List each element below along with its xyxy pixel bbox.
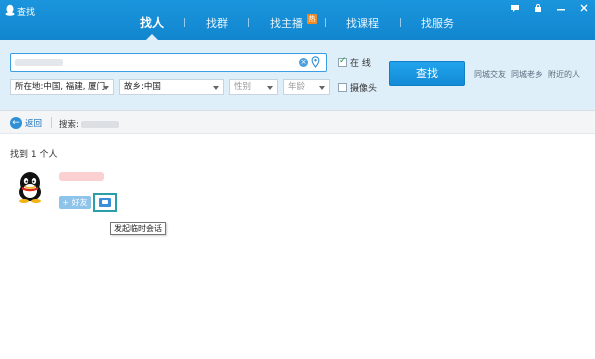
online-checkbox-box[interactable] (338, 56, 347, 67)
search-query-label: 搜索: (59, 120, 79, 130)
hometown-select-value: 故乡:中国 (124, 82, 161, 92)
tab-find-streamers[interactable]: 找主播 (270, 15, 303, 31)
online-checkbox-label: 在 线 (350, 59, 371, 69)
back-arrow-icon: ← (10, 117, 22, 129)
divider (51, 117, 52, 128)
age-select-value: 年龄 (288, 82, 306, 92)
chevron-down-icon (213, 86, 219, 90)
tab-find-groups[interactable]: 找群 (206, 15, 228, 31)
result-count: 找到 1 个人 (10, 150, 58, 160)
clear-icon[interactable]: × (299, 58, 308, 67)
avatar[interactable] (15, 171, 45, 203)
online-checkbox[interactable]: 在 线 (338, 56, 371, 69)
link-local-friends[interactable]: 同城交友 (474, 69, 506, 80)
back-button[interactable]: ← 返回 (10, 117, 42, 129)
keyword-input[interactable]: × (10, 53, 327, 72)
chevron-down-icon (319, 86, 325, 90)
tab-divider (400, 18, 401, 27)
nickname-redacted[interactable] (59, 172, 104, 181)
chat-bubble-inner (102, 200, 108, 204)
chat-bubble-icon (99, 198, 111, 207)
temp-chat-button[interactable] (93, 193, 117, 212)
search-panel: × 在 线 查找 同城交友 同城老乡 附近的人 所在地:中国, 福建, 厦门 故… (0, 40, 595, 110)
link-nearby-people[interactable]: 附近的人 (548, 69, 580, 80)
tab-divider (325, 18, 326, 27)
title-bar: 查找 找人 找群 找主播 热 找课程 找服务 (0, 0, 595, 40)
location-select[interactable]: 所在地:中国, 福建, 厦门 (10, 79, 114, 95)
search-query: 搜索: (59, 118, 119, 130)
location-select-value: 所在地:中国, 福建, 厦门 (15, 82, 106, 92)
breadcrumb: ← 返回 搜索: (0, 110, 595, 134)
hot-badge: 热 (307, 14, 317, 24)
tab-divider (184, 18, 185, 27)
tab-find-services[interactable]: 找服务 (421, 15, 454, 31)
search-button[interactable]: 查找 (389, 61, 465, 86)
chevron-down-icon (103, 86, 109, 90)
tab-divider (248, 18, 249, 27)
hometown-select[interactable]: 故乡:中国 (119, 79, 224, 95)
search-query-redacted (80, 120, 119, 128)
camera-checkbox-box[interactable] (338, 83, 347, 92)
tab-find-courses[interactable]: 找课程 (346, 15, 379, 31)
quick-links: 同城交友 同城老乡 附近的人 (474, 69, 580, 80)
location-pin-icon[interactable] (311, 56, 320, 68)
tooltip: 发起临时会话 (110, 222, 166, 235)
age-select[interactable]: 年龄 (283, 79, 330, 95)
tab-find-people[interactable]: 找人 (140, 14, 164, 31)
chevron-down-icon (267, 86, 273, 90)
link-local-hometown[interactable]: 同城老乡 (511, 69, 543, 80)
back-label: 返回 (25, 119, 43, 129)
gender-select-value: 性别 (234, 82, 252, 92)
add-friend-button[interactable]: + 好友 (59, 196, 91, 209)
gender-select[interactable]: 性别 (229, 79, 278, 95)
tab-bar: 找人 找群 找主播 热 找课程 找服务 (0, 0, 595, 40)
camera-checkbox-label: 摄像头 (350, 84, 378, 94)
camera-checkbox[interactable]: 摄像头 (338, 81, 377, 94)
keyword-value-redacted (15, 59, 63, 66)
